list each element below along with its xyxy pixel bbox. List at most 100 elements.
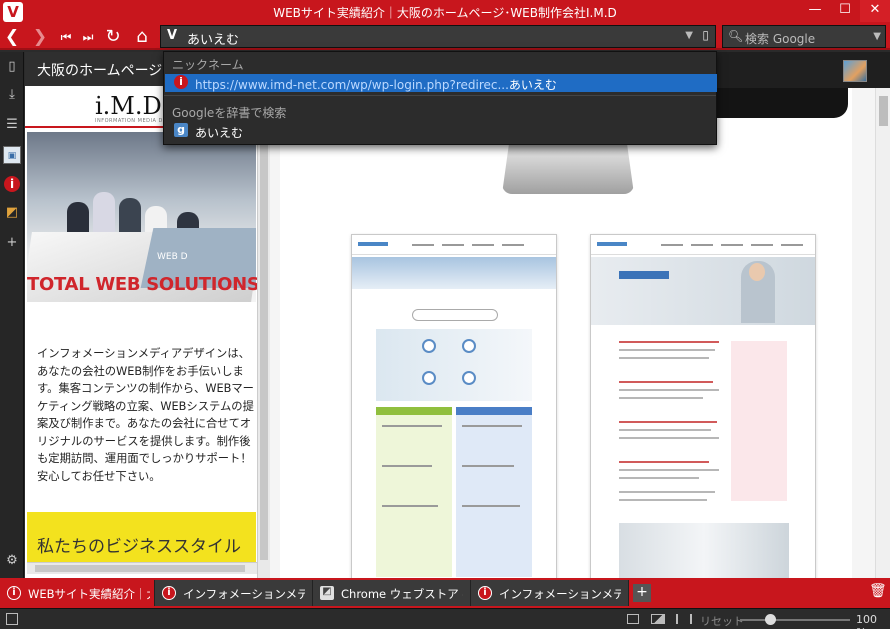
mock-text-line bbox=[462, 505, 520, 507]
mock-text-line bbox=[382, 465, 432, 467]
mock-text-line bbox=[619, 499, 707, 501]
mock-text-line bbox=[382, 505, 438, 507]
portfolio-thumbnail-1[interactable] bbox=[351, 234, 557, 578]
page-scroll-thumb[interactable] bbox=[879, 96, 888, 126]
mock-heading-line bbox=[619, 421, 717, 423]
panel-scroll-thumb[interactable] bbox=[260, 90, 268, 560]
mock-diagram bbox=[376, 329, 532, 401]
page-actions-icon[interactable] bbox=[676, 614, 692, 624]
mock-column-green bbox=[376, 407, 452, 577]
search-engine-dropdown-icon[interactable]: ▼ bbox=[873, 31, 881, 42]
tab-webサイト実績紹介[interactable]: i WEBサイト実績紹介｜大阪の bbox=[0, 580, 155, 606]
web-panel-thumb-icon[interactable]: ▣ bbox=[3, 146, 21, 164]
zoom-level: 100 % bbox=[856, 613, 877, 629]
browser-window: V WEBサイト実績紹介｜大阪のホームページ･WEB制作会社I.M.D — ☐ … bbox=[0, 0, 890, 629]
mock-text-line bbox=[462, 465, 514, 467]
mock-office-photo bbox=[619, 523, 789, 578]
imd-favicon-icon: i bbox=[478, 586, 492, 600]
mock-diagram-node bbox=[422, 339, 436, 353]
mock-diagram-node bbox=[462, 339, 476, 353]
chrome-store-panel-icon[interactable]: ◩ bbox=[3, 204, 21, 222]
minimize-button[interactable]: — bbox=[800, 0, 830, 22]
mock-person-face bbox=[749, 263, 765, 281]
portfolio-thumbnail-2[interactable] bbox=[590, 234, 816, 578]
mock-diagram-node bbox=[462, 371, 476, 385]
suggestion-google-search-item[interactable]: g あいえむ bbox=[165, 122, 717, 140]
search-field[interactable]: 🔍︎ 検索 Google ▼ bbox=[722, 25, 886, 48]
panel-toggle-icon[interactable] bbox=[6, 613, 18, 625]
panel-horizontal-scrollbar[interactable] bbox=[27, 562, 257, 574]
panel-vertical-scrollbar[interactable] bbox=[257, 86, 270, 578]
settings-icon[interactable]: ⚙ bbox=[3, 552, 21, 570]
back-button[interactable]: ❮ bbox=[2, 26, 22, 48]
tab-chrome-web-store[interactable]: ◩ Chrome ウェブストア - アプリ bbox=[313, 580, 471, 606]
downloads-panel-icon[interactable]: ⤓ bbox=[3, 86, 21, 104]
address-bar[interactable]: V あいえむ ▼ ▯ bbox=[160, 25, 716, 48]
imd-web-panel-icon[interactable]: i bbox=[4, 176, 20, 192]
search-placeholder[interactable]: 検索 Google bbox=[745, 30, 815, 47]
mock-nav bbox=[781, 244, 803, 246]
address-input[interactable]: あいえむ bbox=[187, 29, 239, 48]
tab-information-media-design-1[interactable]: i インフォメーションメディアデザ bbox=[155, 580, 313, 606]
page-vertical-scrollbar[interactable] bbox=[875, 88, 890, 578]
zoom-slider[interactable] bbox=[740, 619, 850, 621]
mock-text-line bbox=[619, 469, 719, 471]
mock-nav bbox=[721, 244, 743, 246]
title-bar: V WEBサイト実績紹介｜大阪のホームページ･WEB制作会社I.M.D — ☐ … bbox=[0, 0, 890, 24]
photo-screen-text: WEB D bbox=[157, 252, 188, 262]
navigation-toolbar: ❮ ❯ ⏮ ⏭ ↻ ⌂ V あいえむ ▼ ▯ 🔍︎ 検索 Google ▼ bbox=[0, 24, 890, 50]
suggestion-url: https://www.imd-net.com/wp/wp-login.php?… bbox=[195, 78, 509, 92]
imd-favicon-icon: i bbox=[7, 586, 21, 600]
forward-button[interactable]: ❯ bbox=[30, 26, 50, 48]
panel-hscroll-thumb[interactable] bbox=[35, 565, 245, 572]
mock-text-line bbox=[619, 429, 711, 431]
dropdown-section-nickname: ニックネーム bbox=[172, 58, 244, 72]
new-tab-button[interactable]: + bbox=[633, 584, 651, 602]
company-description: インフォメーションメディアデザインは、あなたの会社のWEB制作をお手伝いします。… bbox=[37, 347, 254, 483]
mock-text-line bbox=[619, 437, 719, 439]
panel-sidebar: ▯ ⤓ ☰ ▣ i ◩ + ⚙ bbox=[0, 52, 24, 578]
bookmark-page-icon[interactable]: ▯ bbox=[702, 28, 709, 42]
mock-heading-line bbox=[619, 381, 713, 383]
imd-favicon-icon: i bbox=[162, 586, 176, 600]
add-web-panel-icon[interactable]: + bbox=[3, 234, 21, 252]
images-toggle-icon[interactable] bbox=[651, 614, 665, 624]
tab-information-media-design-2[interactable]: i インフォメーションメディアデザ bbox=[471, 580, 629, 606]
bookmarks-panel-icon[interactable]: ▯ bbox=[3, 58, 21, 76]
mock-text-line bbox=[619, 397, 703, 399]
mock-text-line bbox=[619, 389, 719, 391]
mock-text-line bbox=[382, 425, 442, 427]
close-button[interactable]: ✕ bbox=[860, 0, 890, 22]
suggestion-search-text: あいえむ bbox=[195, 126, 244, 140]
mock-nav bbox=[661, 244, 683, 246]
tab-label: Chrome ウェブストア - アプリ bbox=[341, 587, 463, 601]
tab-label: WEBサイト実績紹介｜大阪の bbox=[28, 587, 150, 601]
reload-button[interactable]: ↻ bbox=[103, 26, 123, 48]
trash-icon[interactable]: 🗑 bbox=[869, 583, 887, 599]
notes-panel-icon[interactable]: ☰ bbox=[3, 116, 21, 134]
suggestion-nickname-item[interactable]: i https://www.imd-net.com/wp/wp-login.ph… bbox=[165, 74, 717, 92]
google-icon: g bbox=[174, 123, 188, 137]
address-history-dropdown-icon[interactable]: ▼ bbox=[685, 30, 693, 41]
mock-header bbox=[352, 235, 556, 255]
mock-nav bbox=[472, 244, 494, 246]
mock-logo bbox=[358, 242, 388, 246]
mock-caption bbox=[619, 271, 669, 279]
site-identity-icon[interactable]: V bbox=[167, 28, 177, 43]
business-style-label[interactable]: 私たちのビジネススタイル bbox=[37, 532, 241, 557]
page-avatar-thumbnail[interactable] bbox=[843, 60, 867, 82]
mock-diagram-node bbox=[422, 371, 436, 385]
mock-heading-line bbox=[619, 341, 719, 343]
mock-interview-hero bbox=[591, 257, 815, 325]
maximize-button[interactable]: ☐ bbox=[830, 0, 860, 22]
zoom-slider-handle[interactable] bbox=[765, 614, 776, 625]
fast-forward-button[interactable]: ⏭ bbox=[78, 26, 98, 48]
mock-text-line bbox=[619, 349, 715, 351]
zoom-reset-button[interactable]: リセット bbox=[700, 613, 744, 629]
tagline: TOTAL WEB SOLUTIONS bbox=[27, 274, 260, 295]
mock-nav bbox=[502, 244, 524, 246]
home-button[interactable]: ⌂ bbox=[132, 26, 152, 48]
mock-logo bbox=[597, 242, 627, 246]
rewind-button[interactable]: ⏮ bbox=[56, 26, 76, 48]
page-tiling-icon[interactable] bbox=[627, 614, 639, 624]
